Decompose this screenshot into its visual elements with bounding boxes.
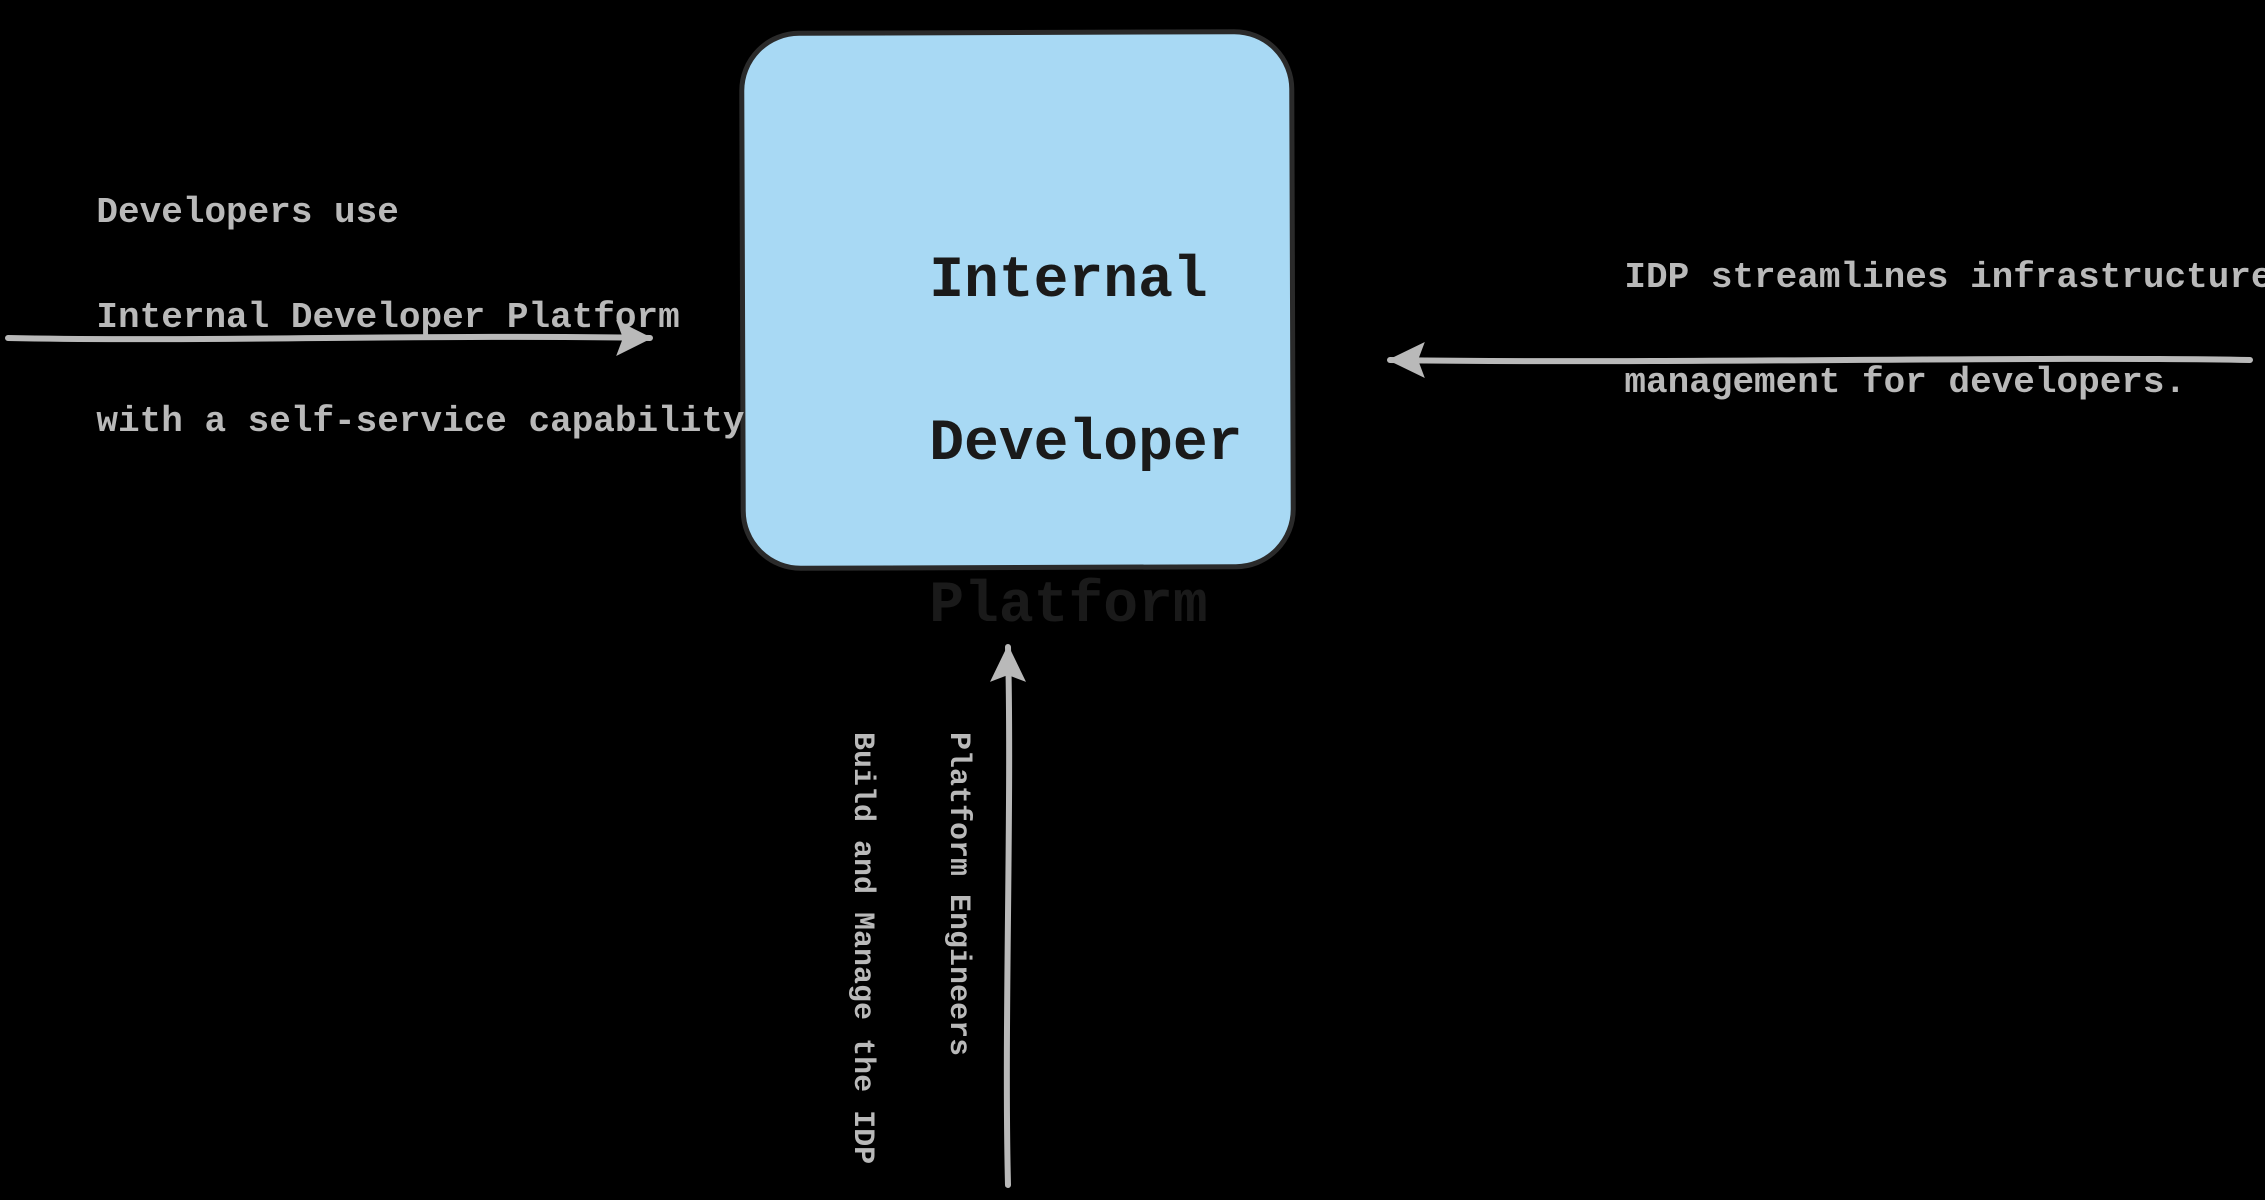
idp-node-line3: Platform <box>929 574 1207 639</box>
diagram-canvas: Internal Developer Platform Developers u… <box>0 0 2265 1200</box>
idp-node-line1: Internal <box>929 249 1207 314</box>
platform-engineers-label: Platform Engineers Build and Manage the … <box>790 660 1030 1164</box>
developers-label-line3: with a self-service capability <box>96 401 744 442</box>
platform-engineers-label-line2: Build and Manage the IDP <box>845 732 879 1164</box>
developers-label-line1: Developers use <box>96 192 398 233</box>
idp-node-line2: Developer <box>929 412 1242 477</box>
platform-engineers-label-line1: Platform Engineers <box>941 732 975 1056</box>
developers-arrow <box>0 310 700 370</box>
infrastructure-arrow <box>1345 330 2265 390</box>
infrastructure-label-line1: IDP streamlines infrastructure <box>1624 257 2265 298</box>
